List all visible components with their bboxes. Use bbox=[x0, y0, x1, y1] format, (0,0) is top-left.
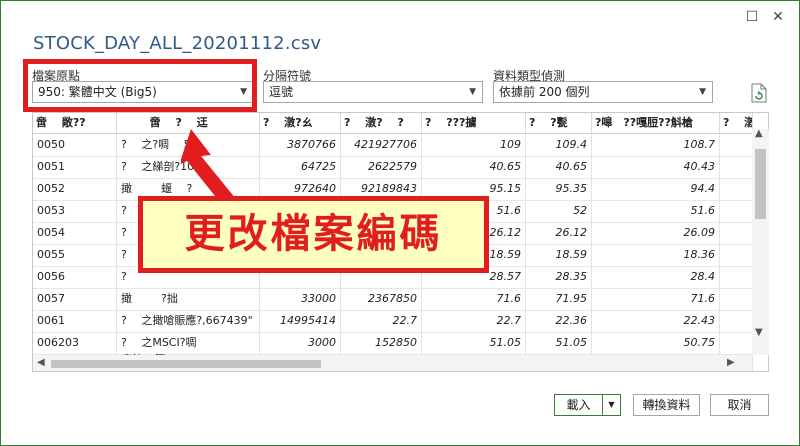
delimiter-select[interactable]: 逗號 ▼ bbox=[263, 81, 483, 103]
table-cell: 421927706 bbox=[341, 134, 422, 156]
table-cell: 14995414 bbox=[260, 310, 341, 332]
callout-arrow bbox=[181, 129, 236, 201]
table-cell bbox=[720, 200, 753, 222]
table-cell: 33000 bbox=[260, 288, 341, 310]
table-cell bbox=[720, 244, 753, 266]
table-cell: ? 之撖嗆賑應?,667439" bbox=[117, 310, 260, 332]
column-header: ? ???擄 bbox=[422, 113, 526, 133]
table-header: 啻 敞?? 啻 ? 迋 ? 潡?ㄠ ? 潡? ? ? ???擄 ? ?甏 ?嗥 … bbox=[33, 113, 753, 134]
scroll-right-icon[interactable]: ▶ bbox=[727, 357, 735, 368]
load-button[interactable]: 載入 bbox=[554, 394, 603, 416]
table-cell: 22.7 bbox=[341, 310, 422, 332]
import-dialog: ☐ ✕ STOCK_DAY_ALL_20201112.csv 檔案原點 950:… bbox=[0, 0, 800, 446]
scroll-up-icon[interactable]: ▲ bbox=[755, 128, 763, 139]
table-cell: 64725 bbox=[260, 156, 341, 178]
table-cell: 22.7 bbox=[422, 310, 526, 332]
table-cell: 40.43 bbox=[592, 156, 720, 178]
table-row: 0057 撖 ?拙 33000 2367850 71.6 71.95 71.6 bbox=[33, 288, 753, 311]
table-cell: 26.09 bbox=[592, 222, 720, 244]
table-cell: 0056 bbox=[33, 266, 117, 288]
table-cell: 0061 bbox=[33, 310, 117, 332]
restore-icon[interactable]: ☐ bbox=[742, 7, 762, 27]
column-header: ? 潡? ? bbox=[341, 113, 422, 133]
table-cell bbox=[720, 288, 753, 310]
column-header: ? 潡?ㄠ bbox=[260, 113, 341, 133]
table-cell bbox=[720, 266, 753, 288]
transform-data-button[interactable]: 轉換資料 bbox=[633, 394, 700, 416]
table-row: 0061 ? 之撖嗆賑應?,667439" 14995414 22.7 22.7… bbox=[33, 310, 753, 333]
table-cell: 71.95 bbox=[526, 288, 592, 310]
table-cell: 2367850 bbox=[341, 288, 422, 310]
table-cell bbox=[720, 156, 753, 178]
chevron-down-icon: ▼ bbox=[699, 87, 706, 97]
column-header: ? ?甏 bbox=[526, 113, 592, 133]
table-cell: 95.35 bbox=[526, 178, 592, 200]
horizontal-scroll-thumb[interactable] bbox=[51, 360, 321, 368]
table-cell: 0050 bbox=[33, 134, 117, 156]
table-cell: 51.6 bbox=[592, 200, 720, 222]
table-cell: 0057 bbox=[33, 288, 117, 310]
table-cell: 0055 bbox=[33, 244, 117, 266]
table-row: 0051 ? 之綈剖?100 64725 2622579 40.65 40.65… bbox=[33, 156, 753, 179]
table-cell: 26.12 bbox=[526, 222, 592, 244]
table-cell: 40.65 bbox=[422, 156, 526, 178]
chevron-down-icon[interactable]: ▼ bbox=[602, 394, 621, 416]
table-cell: 22.36 bbox=[526, 310, 592, 332]
table-cell bbox=[720, 178, 753, 200]
vertical-scroll-thumb[interactable] bbox=[755, 149, 766, 219]
type-detection-select[interactable]: 依據前 200 個列 ▼ bbox=[493, 81, 713, 103]
dialog-title: STOCK_DAY_ALL_20201112.csv bbox=[33, 33, 322, 54]
table-cell: 3870766 bbox=[260, 134, 341, 156]
table-cell: 28.35 bbox=[526, 266, 592, 288]
column-header: ? 潡 bbox=[720, 113, 753, 133]
close-icon[interactable]: ✕ bbox=[768, 7, 788, 27]
table-cell: 2622579 bbox=[341, 156, 422, 178]
scroll-down-icon[interactable]: ▼ bbox=[755, 327, 763, 338]
column-header: ?嗥 ??嘎脰??斛槍 bbox=[592, 113, 720, 133]
table-cell: 108.7 bbox=[592, 134, 720, 156]
type-detection-value: 依據前 200 個列 bbox=[499, 85, 590, 99]
table-cell: 71.6 bbox=[422, 288, 526, 310]
table-cell: 0054 bbox=[33, 222, 117, 244]
table-cell: 18.36 bbox=[592, 244, 720, 266]
table-cell: 28.4 bbox=[592, 266, 720, 288]
column-header: 啻 敞?? bbox=[33, 113, 117, 133]
table-cell: 0051 bbox=[33, 156, 117, 178]
table-cell: 18.59 bbox=[526, 244, 592, 266]
table-cell: 40.65 bbox=[526, 156, 592, 178]
table-row: 0050 ? 之?啁 50 3870766 421927706 109 109.… bbox=[33, 134, 753, 157]
table-cell: 71.6 bbox=[592, 288, 720, 310]
table-cell: 22.43 bbox=[592, 310, 720, 332]
change-encoding-callout: 更改檔案編碼 bbox=[138, 196, 489, 273]
table-cell bbox=[720, 222, 753, 244]
table-cell bbox=[720, 134, 753, 156]
table-cell: 0052 bbox=[33, 178, 117, 200]
scroll-left-icon[interactable]: ◀ bbox=[37, 357, 45, 368]
table-cell: 109 bbox=[422, 134, 526, 156]
cancel-button[interactable]: 取消 bbox=[710, 394, 769, 416]
table-cell bbox=[720, 310, 753, 332]
table-cell: 52 bbox=[526, 200, 592, 222]
delimiter-value: 逗號 bbox=[269, 85, 294, 99]
refresh-file-icon[interactable] bbox=[751, 83, 767, 103]
table-cell: 94.4 bbox=[592, 178, 720, 200]
table-cell: 109.4 bbox=[526, 134, 592, 156]
encoding-highlight-box bbox=[23, 59, 257, 112]
table-cell: 0053 bbox=[33, 200, 117, 222]
table-cell: 撖 ?拙 bbox=[117, 288, 260, 310]
chevron-down-icon: ▼ bbox=[469, 87, 476, 97]
